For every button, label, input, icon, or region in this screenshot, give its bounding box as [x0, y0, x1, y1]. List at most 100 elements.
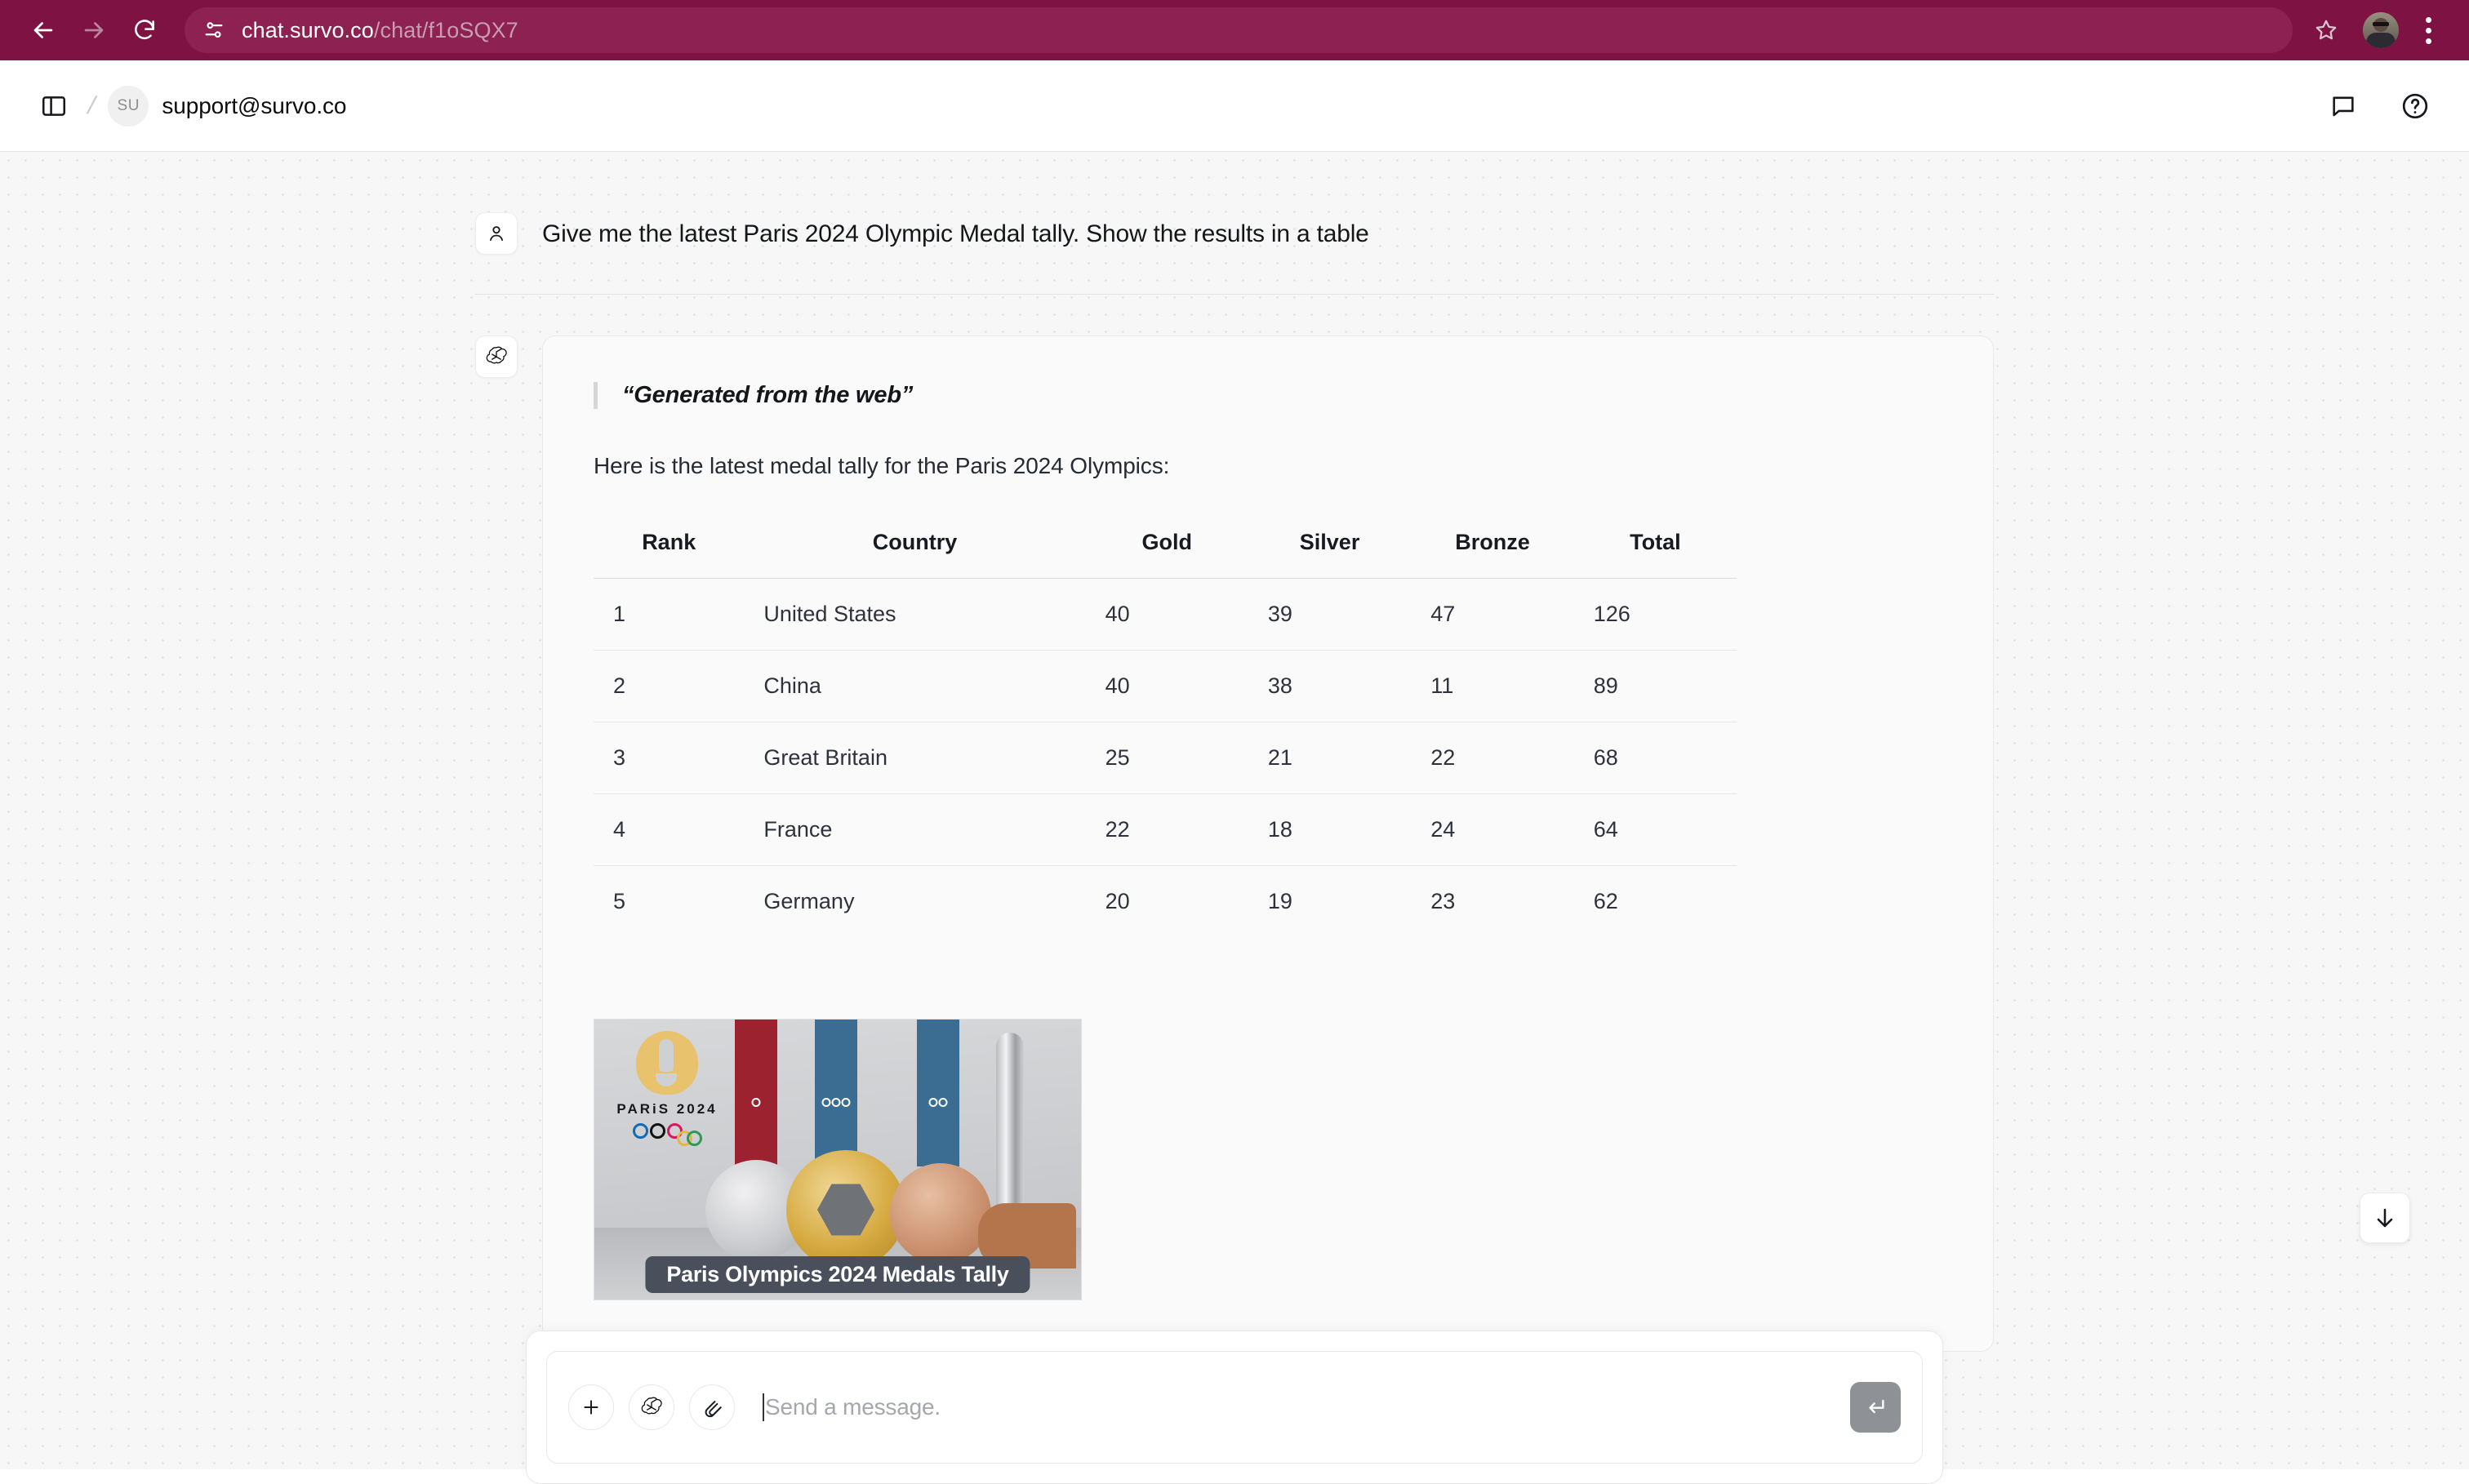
avatar-photo-torso — [2366, 33, 2396, 48]
cell-rank: 2 — [594, 650, 745, 722]
breadcrumb-separator: / — [85, 91, 99, 119]
arrow-down-icon — [2377, 1208, 2393, 1228]
cell-country: Germany — [763, 889, 855, 913]
help-circle-icon — [2402, 93, 2428, 118]
bookmark-button[interactable] — [2301, 5, 2351, 56]
table-body: 1 United States 40 39 47 126 2 China 40 — [594, 578, 1737, 938]
cell-total: 89 — [1573, 650, 1737, 722]
header-actions — [2322, 85, 2436, 127]
cell-bronze: 47 — [1411, 578, 1574, 651]
openai-logo-icon — [486, 346, 507, 364]
address-bar-url: chat.survo.co/chat/f1oSQX7 — [242, 18, 518, 43]
table-row: 4 France 22 18 24 64 — [594, 793, 1737, 866]
cell-silver: 21 — [1248, 722, 1412, 794]
arrow-right-icon — [84, 22, 104, 38]
table-row: 3 Great Britain 25 21 22 68 — [594, 722, 1737, 794]
scroll-to-bottom-button[interactable] — [2360, 1193, 2410, 1243]
user-icon — [490, 226, 503, 242]
site-settings-icon[interactable] — [196, 12, 232, 48]
ribbon-blue-gold — [815, 1020, 857, 1166]
column-header-total: Total — [1573, 517, 1737, 579]
browser-reload-button[interactable] — [119, 5, 170, 56]
address-bar[interactable]: chat.survo.co/chat/f1oSQX7 — [185, 7, 2293, 53]
table-row: 5 Germany 20 19 23 62 — [594, 866, 1737, 938]
assistant-response-card: “Generated from the web” Here is the lat… — [542, 335, 1994, 1352]
cell-bronze: 23 — [1430, 889, 1456, 913]
column-header-gold: Gold — [1085, 517, 1248, 579]
sidebar-toggle-button[interactable] — [33, 85, 75, 127]
table-header-row: Rank Country Gold Silver Bronze Total — [594, 517, 1737, 579]
kebab-dot — [2425, 27, 2431, 33]
sidebar-icon — [42, 96, 66, 116]
image-caption-banner: Paris Olympics 2024 Medals Tally — [645, 1256, 1030, 1293]
ribbon-blue-bronze — [917, 1020, 959, 1166]
cell-gold: 40 — [1085, 578, 1248, 651]
cell-gold: 22 — [1085, 793, 1248, 866]
cell-bronze: 22 — [1411, 722, 1574, 794]
ribbon-red — [735, 1020, 777, 1166]
send-button[interactable] — [1850, 1382, 1901, 1433]
bronze-medal — [890, 1163, 991, 1264]
model-picker-button[interactable] — [629, 1384, 674, 1430]
cell-gold: 40 — [1085, 650, 1248, 722]
attach-file-button[interactable] — [689, 1384, 735, 1430]
enter-return-icon — [1869, 1399, 1884, 1414]
cell-country: France — [744, 793, 1086, 866]
cell-silver: 19 — [1267, 889, 1292, 913]
cell-country: Great Britain — [744, 722, 1086, 794]
message-input[interactable]: Send a message. — [763, 1393, 1834, 1421]
message-divider — [475, 294, 1994, 295]
message-user: Give me the latest Paris 2024 Olympic Me… — [0, 212, 2469, 255]
kebab-dot — [2425, 38, 2431, 44]
cell-bronze: 24 — [1411, 793, 1574, 866]
workspace-avatar: SU — [108, 85, 149, 127]
composer-input-row[interactable]: Send a message. — [546, 1351, 1923, 1464]
browser-back-button[interactable] — [18, 5, 69, 56]
source-blockquote: “Generated from the web” — [594, 382, 1942, 409]
chat-bubble-icon — [2333, 96, 2354, 116]
column-header-rank: Rank — [594, 517, 745, 579]
table-header: Rank Country Gold Silver Bronze Total — [594, 517, 1737, 579]
cell-gold: 25 — [1085, 722, 1248, 794]
cell-gold: 20 — [1105, 889, 1130, 913]
reload-icon — [135, 20, 154, 40]
workspace-name: support@survo.co — [162, 92, 347, 118]
avatar-photo-sunglasses — [2373, 22, 2389, 26]
cell-country: China — [744, 650, 1086, 722]
olympic-rings-icon — [606, 1123, 728, 1146]
url-path: /chat/f1oSQX7 — [373, 17, 518, 42]
column-header-silver: Silver — [1248, 517, 1412, 579]
url-domain: chat.survo.co — [242, 17, 374, 42]
cell-rank: 4 — [594, 793, 745, 866]
column-header-bronze: Bronze — [1411, 517, 1574, 579]
feedback-button[interactable] — [2322, 85, 2364, 127]
olympic-rings-icon — [821, 1098, 851, 1107]
olympic-rings-icon — [928, 1098, 948, 1107]
table-row: 1 United States 40 39 47 126 — [594, 578, 1737, 651]
cell-total: 126 — [1573, 578, 1737, 651]
add-attachment-button[interactable] — [568, 1384, 614, 1430]
cell-total: 64 — [1573, 793, 1737, 866]
plus-icon — [584, 1400, 598, 1415]
paris-logo-text: PARiS 2024 — [616, 1101, 718, 1117]
column-header-country: Country — [744, 517, 1086, 579]
profile-avatar[interactable] — [2363, 12, 2399, 48]
assistant-avatar-badge — [475, 335, 518, 378]
cell-rank: 3 — [594, 722, 745, 794]
help-button[interactable] — [2394, 85, 2436, 127]
browser-menu-button[interactable] — [2405, 5, 2451, 56]
cell-rank: 1 — [594, 578, 745, 651]
text-cursor — [763, 1393, 764, 1421]
cell-silver: 18 — [1248, 793, 1412, 866]
paris-flame-icon — [636, 1031, 698, 1095]
browser-forward-button[interactable] — [69, 5, 119, 56]
table-row: 2 China 40 38 11 89 — [594, 650, 1737, 722]
chat-page: Give me the latest Paris 2024 Olympic Me… — [0, 152, 2469, 1484]
user-message-text: Give me the latest Paris 2024 Olympic Me… — [542, 220, 1369, 247]
message-assistant: “Generated from the web” Here is the lat… — [0, 335, 2469, 1352]
cell-silver: 39 — [1248, 578, 1412, 651]
medal-tally-image[interactable]: PARiS 2024 Paris Olympics 2024 Medals Ta… — [594, 1019, 1082, 1300]
cell-silver: 38 — [1248, 650, 1412, 722]
olympic-torch — [996, 1033, 1024, 1220]
paralympic-agitos-icon — [751, 1098, 761, 1107]
